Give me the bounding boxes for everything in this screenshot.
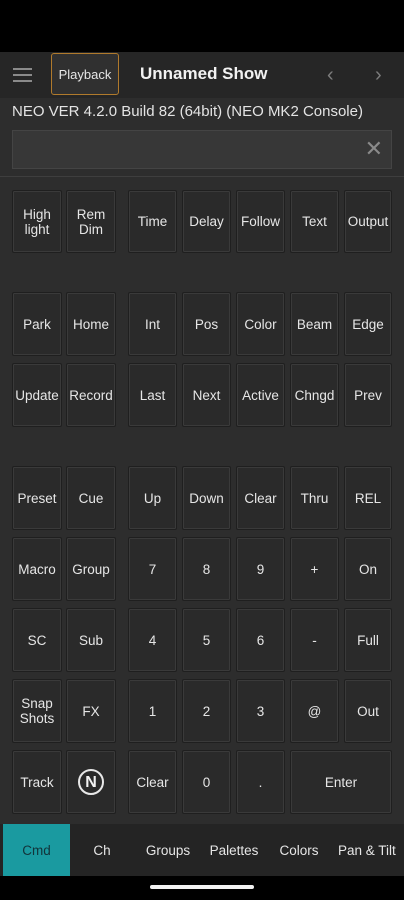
record-button[interactable]: Record bbox=[66, 363, 116, 427]
playback-button[interactable]: Playback bbox=[51, 53, 119, 95]
output-button[interactable]: Output bbox=[344, 190, 392, 253]
sub-button[interactable]: Sub bbox=[66, 608, 116, 672]
full-button[interactable]: Full bbox=[344, 608, 392, 672]
prev-button[interactable]: Prev bbox=[344, 363, 392, 427]
park-button[interactable]: Park bbox=[12, 292, 62, 356]
key-7-button[interactable]: 7 bbox=[128, 537, 177, 601]
key-6-button[interactable]: 6 bbox=[236, 608, 285, 672]
tab-pan-tilt[interactable]: Pan & Tilt bbox=[333, 824, 404, 876]
divider bbox=[0, 176, 404, 177]
on-button[interactable]: On bbox=[344, 537, 392, 601]
app-window: Playback Unnamed Show ‹ › NEO VER 4.2.0 … bbox=[0, 52, 404, 876]
version-text: NEO VER 4.2.0 Build 82 (64bit) (NEO MK2 … bbox=[12, 103, 363, 120]
rel-button[interactable]: REL bbox=[344, 466, 392, 530]
thru-button[interactable]: Thru bbox=[290, 466, 339, 530]
fx-button[interactable]: FX bbox=[66, 679, 116, 743]
follow-button[interactable]: Follow bbox=[236, 190, 285, 253]
clear-button[interactable]: Clear bbox=[236, 466, 285, 530]
tab-palettes[interactable]: Palettes bbox=[203, 824, 265, 876]
header-bar: Playback Unnamed Show ‹ › bbox=[0, 52, 404, 98]
chevron-left-icon[interactable]: ‹ bbox=[327, 64, 334, 87]
key-5-button[interactable]: 5 bbox=[182, 608, 231, 672]
key-8-button[interactable]: 8 bbox=[182, 537, 231, 601]
neo-logo-icon: N bbox=[78, 769, 104, 795]
key-4-button[interactable]: 4 bbox=[128, 608, 177, 672]
at-button[interactable]: @ bbox=[290, 679, 339, 743]
macro-button[interactable]: Macro bbox=[12, 537, 62, 601]
update-button[interactable]: Update bbox=[12, 363, 62, 427]
beam-button[interactable]: Beam bbox=[290, 292, 339, 356]
time-button[interactable]: Time bbox=[128, 190, 177, 253]
tab-colors[interactable]: Colors bbox=[270, 824, 328, 876]
key-2-button[interactable]: 2 bbox=[182, 679, 231, 743]
dot-button[interactable]: . bbox=[236, 750, 285, 814]
sc-button[interactable]: SC bbox=[12, 608, 62, 672]
last-button[interactable]: Last bbox=[128, 363, 177, 427]
pos-button[interactable]: Pos bbox=[182, 292, 231, 356]
close-icon[interactable]: ✕ bbox=[365, 136, 383, 162]
active-button[interactable]: Active bbox=[236, 363, 285, 427]
tab-ch[interactable]: Ch bbox=[72, 824, 132, 876]
int-button[interactable]: Int bbox=[128, 292, 177, 356]
status-bar bbox=[0, 0, 404, 52]
changed-button[interactable]: Chngd bbox=[290, 363, 339, 427]
clear-entry-button[interactable]: Clear bbox=[128, 750, 177, 814]
group-button[interactable]: Group bbox=[66, 537, 116, 601]
highlight-button[interactable]: High light bbox=[12, 190, 62, 253]
bottom-tab-bar: Cmd Ch Groups Palettes Colors Pan & Tilt bbox=[0, 824, 404, 876]
chevron-right-icon[interactable]: › bbox=[375, 64, 382, 87]
tab-groups[interactable]: Groups bbox=[136, 824, 200, 876]
key-9-button[interactable]: 9 bbox=[236, 537, 285, 601]
snapshots-button[interactable]: Snap Shots bbox=[12, 679, 62, 743]
up-button[interactable]: Up bbox=[128, 466, 177, 530]
preset-button[interactable]: Preset bbox=[12, 466, 62, 530]
minus-button[interactable]: - bbox=[290, 608, 339, 672]
key-3-button[interactable]: 3 bbox=[236, 679, 285, 743]
enter-button[interactable]: Enter bbox=[290, 750, 392, 814]
edge-button[interactable]: Edge bbox=[344, 292, 392, 356]
home-indicator[interactable] bbox=[150, 885, 254, 889]
show-title: Unnamed Show bbox=[140, 64, 268, 83]
out-button[interactable]: Out bbox=[344, 679, 392, 743]
menu-icon[interactable] bbox=[13, 68, 32, 82]
plus-button[interactable]: + bbox=[290, 537, 339, 601]
text-button[interactable]: Text bbox=[290, 190, 339, 253]
down-button[interactable]: Down bbox=[182, 466, 231, 530]
key-0-button[interactable]: 0 bbox=[182, 750, 231, 814]
track-button[interactable]: Track bbox=[12, 750, 62, 814]
color-button[interactable]: Color bbox=[236, 292, 285, 356]
command-line-input[interactable]: ✕ bbox=[12, 130, 392, 169]
rem-dim-button[interactable]: Rem Dim bbox=[66, 190, 116, 253]
next-button[interactable]: Next bbox=[182, 363, 231, 427]
home-button[interactable]: Home bbox=[66, 292, 116, 356]
tab-cmd[interactable]: Cmd bbox=[3, 824, 70, 876]
neo-logo-button[interactable]: N bbox=[66, 750, 116, 814]
delay-button[interactable]: Delay bbox=[182, 190, 231, 253]
cue-button[interactable]: Cue bbox=[66, 466, 116, 530]
key-1-button[interactable]: 1 bbox=[128, 679, 177, 743]
